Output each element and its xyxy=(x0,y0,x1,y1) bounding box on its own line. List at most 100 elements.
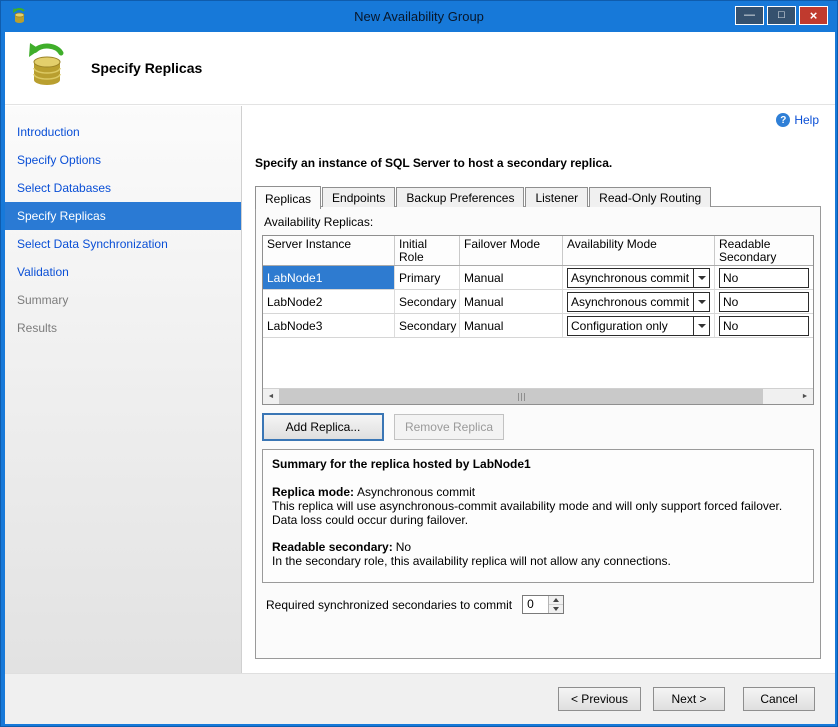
cell-initial-role[interactable]: Secondary xyxy=(395,290,460,313)
required-secondaries-stepper[interactable]: 0 xyxy=(522,595,564,614)
sidebar-item-summary: Summary xyxy=(5,286,241,314)
table-row[interactable]: LabNode2 Secondary Manual Asynchronous c… xyxy=(263,290,813,314)
replica-mode-label: Replica mode: xyxy=(272,485,354,499)
cell-availability-mode: Asynchronous commit xyxy=(563,266,715,289)
sidebar-item-validation[interactable]: Validation xyxy=(5,258,241,286)
cell-server-instance[interactable]: LabNode3 xyxy=(263,314,395,337)
cell-initial-role[interactable]: Primary xyxy=(395,266,460,289)
replicas-grid: Server Instance Initial Role Failover Mo… xyxy=(262,235,814,405)
help-icon: ? xyxy=(776,113,790,127)
cell-availability-mode: Configuration only xyxy=(563,314,715,337)
scrollbar-thumb[interactable] xyxy=(279,389,763,404)
sidebar-item-specify-replicas[interactable]: Specify Replicas xyxy=(5,202,241,230)
tab-backup-preferences[interactable]: Backup Preferences xyxy=(396,187,524,207)
dialog-window: New Availability Group — □ × Specify Rep… xyxy=(0,0,838,727)
wizard-body: Introduction Specify Options Select Data… xyxy=(5,106,835,673)
wizard-header: Specify Replicas xyxy=(5,32,835,105)
caption-buttons: — □ × xyxy=(735,6,828,25)
cell-failover-mode[interactable]: Manual xyxy=(460,290,563,313)
replica-mode-value: Asynchronous commit xyxy=(357,485,475,499)
cell-readable-secondary: No xyxy=(715,290,813,313)
availability-mode-dropdown[interactable]: Asynchronous commit xyxy=(567,268,710,288)
dropdown-value: Asynchronous commit xyxy=(568,295,693,309)
column-header-failover-mode[interactable]: Failover Mode xyxy=(460,236,563,265)
column-header-availability-mode[interactable]: Availability Mode xyxy=(563,236,715,265)
page-title: Specify Replicas xyxy=(91,60,202,76)
required-secondaries-label: Required synchronized secondaries to com… xyxy=(266,598,512,612)
maximize-button[interactable]: □ xyxy=(767,6,796,25)
sidebar-item-specify-options[interactable]: Specify Options xyxy=(5,146,241,174)
replica-mode-description: This replica will use asynchronous-commi… xyxy=(272,499,804,527)
instruction-text: Specify an instance of SQL Server to hos… xyxy=(255,156,612,170)
required-secondaries-row: Required synchronized secondaries to com… xyxy=(266,595,564,614)
window-title: New Availability Group xyxy=(1,1,837,32)
sidebar-item-select-data-sync[interactable]: Select Data Synchronization xyxy=(5,230,241,258)
dropdown-value: Configuration only xyxy=(568,319,693,333)
tab-read-only-routing[interactable]: Read-Only Routing xyxy=(589,187,711,207)
column-header-readable-secondary[interactable]: Readable Secondary xyxy=(715,236,813,265)
readable-secondary-label: Readable secondary: xyxy=(272,540,393,554)
dropdown-value: No xyxy=(723,319,738,333)
stepper-buttons xyxy=(548,596,563,613)
availability-group-icon xyxy=(23,43,71,91)
replica-summary-panel: Summary for the replica hosted by LabNod… xyxy=(262,449,814,583)
replicas-tab-panel: Availability Replicas: Server Instance I… xyxy=(255,206,821,659)
chevron-down-icon[interactable] xyxy=(693,317,709,335)
wizard-footer: < Previous Next > Cancel xyxy=(5,673,835,724)
next-button[interactable]: Next > xyxy=(653,687,725,711)
chevron-down-icon[interactable] xyxy=(693,269,709,287)
dialog-client-area: Specify Replicas Introduction Specify Op… xyxy=(5,32,835,724)
stepper-up-icon[interactable] xyxy=(549,596,563,605)
sidebar-item-results: Results xyxy=(5,314,241,342)
dropdown-value: No xyxy=(723,295,738,309)
add-replica-button[interactable]: Add Replica... xyxy=(262,413,384,441)
wizard-steps-sidebar: Introduction Specify Options Select Data… xyxy=(5,106,242,673)
tab-replicas[interactable]: Replicas xyxy=(255,186,321,209)
column-header-initial-role[interactable]: Initial Role xyxy=(395,236,460,265)
help-link[interactable]: ? Help xyxy=(776,113,819,127)
cancel-button[interactable]: Cancel xyxy=(743,687,815,711)
cell-readable-secondary: No xyxy=(715,266,813,289)
scrollbar-track[interactable] xyxy=(763,389,797,404)
sidebar-item-select-databases[interactable]: Select Databases xyxy=(5,174,241,202)
cell-availability-mode: Asynchronous commit xyxy=(563,290,715,313)
tab-listener[interactable]: Listener xyxy=(525,187,588,207)
readable-secondary-dropdown[interactable]: No xyxy=(719,268,809,288)
dropdown-value: Asynchronous commit xyxy=(568,271,693,285)
availability-replicas-label: Availability Replicas: xyxy=(264,215,373,229)
scroll-left-icon[interactable]: ◄ xyxy=(263,389,279,404)
readable-secondary-section: Readable secondary:No In the secondary r… xyxy=(272,540,804,568)
horizontal-scrollbar[interactable]: ◄ ► xyxy=(263,388,813,404)
scroll-right-icon[interactable]: ► xyxy=(797,389,813,404)
cell-failover-mode[interactable]: Manual xyxy=(460,266,563,289)
table-row[interactable]: LabNode3 Secondary Manual Configuration … xyxy=(263,314,813,338)
grid-header-row: Server Instance Initial Role Failover Mo… xyxy=(263,236,813,266)
table-row[interactable]: LabNode1 Primary Manual Asynchronous com… xyxy=(263,266,813,290)
chevron-down-icon[interactable] xyxy=(693,293,709,311)
cell-failover-mode[interactable]: Manual xyxy=(460,314,563,337)
column-header-server-instance[interactable]: Server Instance xyxy=(263,236,395,265)
tab-endpoints[interactable]: Endpoints xyxy=(322,187,395,207)
cell-server-instance[interactable]: LabNode2 xyxy=(263,290,395,313)
availability-mode-dropdown[interactable]: Asynchronous commit xyxy=(567,292,710,312)
previous-button[interactable]: < Previous xyxy=(558,687,641,711)
availability-mode-dropdown[interactable]: Configuration only xyxy=(567,316,710,336)
remove-replica-button[interactable]: Remove Replica xyxy=(394,414,504,440)
tab-strip: Replicas Endpoints Backup Preferences Li… xyxy=(255,186,712,207)
main-content: ? Help Specify an instance of SQL Server… xyxy=(243,106,835,673)
readable-secondary-dropdown[interactable]: No xyxy=(719,316,809,336)
dropdown-value: No xyxy=(723,271,738,285)
stepper-value[interactable]: 0 xyxy=(523,596,548,613)
cell-initial-role[interactable]: Secondary xyxy=(395,314,460,337)
cell-readable-secondary: No xyxy=(715,314,813,337)
close-button[interactable]: × xyxy=(799,6,828,25)
readable-secondary-dropdown[interactable]: No xyxy=(719,292,809,312)
readable-secondary-description: In the secondary role, this availability… xyxy=(272,554,804,568)
replica-mode-section: Replica mode:Asynchronous commit This re… xyxy=(272,485,804,527)
minimize-button[interactable]: — xyxy=(735,6,764,25)
sidebar-item-introduction[interactable]: Introduction xyxy=(5,118,241,146)
title-bar: New Availability Group — □ × xyxy=(1,1,837,32)
readable-secondary-value: No xyxy=(396,540,411,554)
cell-server-instance[interactable]: LabNode1 xyxy=(263,266,395,289)
stepper-down-icon[interactable] xyxy=(549,605,563,613)
